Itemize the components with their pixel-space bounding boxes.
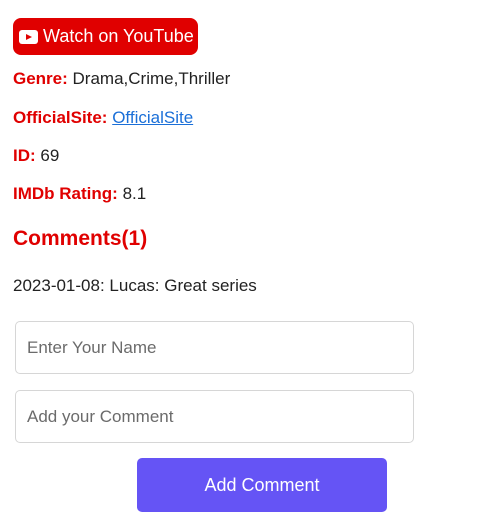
- official-site-label: OfficialSite:: [13, 108, 108, 127]
- imdb-rating-row: IMDb Rating: 8.1: [13, 184, 146, 204]
- official-site-row: OfficialSite: OfficialSite: [13, 108, 193, 128]
- genre-value: Drama,Crime,Thriller: [72, 69, 231, 88]
- comment-item: 2023-01-08: Lucas: Great series: [13, 276, 257, 295]
- genre-label: Genre:: [13, 69, 68, 88]
- id-label: ID:: [13, 146, 36, 165]
- watch-button-label: Watch on YouTube: [43, 26, 194, 46]
- id-row: ID: 69: [13, 146, 59, 166]
- add-comment-button[interactable]: Add Comment: [137, 458, 387, 512]
- watch-on-youtube-button[interactable]: Watch on YouTube: [13, 18, 198, 55]
- comments-heading: Comments(1): [13, 227, 148, 250]
- youtube-play-icon: [19, 30, 38, 44]
- imdb-rating-value: 8.1: [122, 184, 147, 203]
- imdb-rating-label: IMDb Rating:: [13, 184, 118, 203]
- official-site-link[interactable]: OfficialSite: [112, 108, 193, 127]
- genre-row: Genre: Drama,Crime,Thriller: [13, 69, 230, 89]
- id-value: 69: [40, 146, 60, 165]
- comment-input[interactable]: [15, 390, 414, 443]
- name-input[interactable]: [15, 321, 414, 374]
